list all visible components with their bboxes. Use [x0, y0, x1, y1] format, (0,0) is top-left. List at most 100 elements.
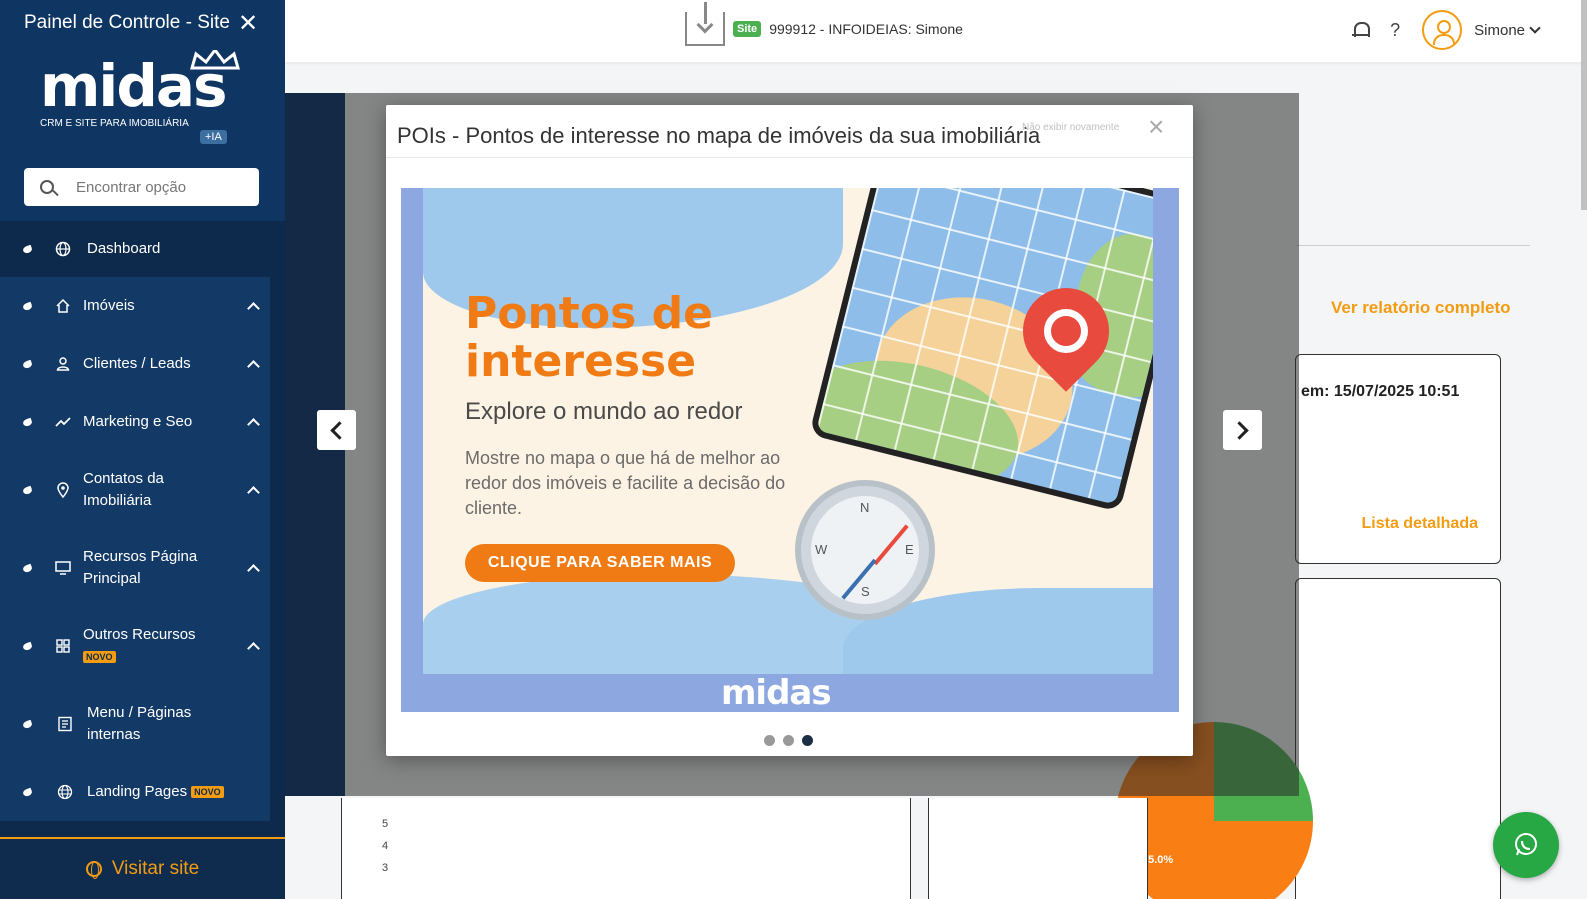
sidebar: Painel de Controle - Site ✕ midas CRM E …: [0, 0, 285, 899]
avatar[interactable]: [1422, 10, 1463, 50]
slide-subtitle: Explore o mundo ao redor: [465, 398, 743, 425]
last-access-timestamp: em: 15/07/2025 10:51: [1301, 383, 1460, 400]
bullet-icon: [22, 563, 33, 573]
user-menu[interactable]: Simone: [1422, 10, 1541, 50]
carousel-slide[interactable]: N S E W Pontos de interesse Explore o mu…: [401, 188, 1179, 712]
sidebar-item-menu-paginas[interactable]: Menu / Páginas internas: [0, 685, 270, 763]
logo-ia-badge: +IA: [200, 130, 227, 144]
grid-icon: [56, 639, 70, 653]
help-icon[interactable]: ?: [1390, 20, 1400, 41]
bullet-icon: [22, 787, 33, 797]
site-badge: Site: [733, 21, 762, 37]
download-icon[interactable]: [685, 2, 725, 46]
search-input[interactable]: [76, 178, 246, 196]
sidebar-item-text: Landing Pages: [87, 782, 188, 800]
sidebar-item-label: Menu / Páginas internas: [87, 704, 192, 743]
chevron-up-icon: [247, 485, 260, 499]
compass-letter: E: [905, 542, 914, 557]
chevron-right-icon: [1230, 420, 1249, 440]
whatsapp-button[interactable]: [1493, 812, 1559, 878]
sidebar-item-landing-pages[interactable]: Landing Pages NOVO: [0, 763, 270, 821]
new-badge: NOVO: [191, 786, 224, 799]
divider: [386, 157, 1193, 158]
report-link[interactable]: Ver relatório completo: [1331, 298, 1511, 318]
bullet-icon: [22, 641, 33, 651]
chevron-up-icon: [247, 563, 260, 577]
visit-site-button[interactable]: Visitar site: [0, 837, 285, 899]
crown-icon: [190, 50, 240, 70]
learn-more-button[interactable]: CLIQUE PARA SABER MAIS: [465, 544, 735, 582]
chevron-up-icon: [247, 641, 260, 655]
compass-letter: W: [815, 542, 828, 557]
chevron-down-icon[interactable]: [1529, 22, 1541, 34]
divider: [1297, 245, 1530, 246]
globe-icon: [55, 241, 71, 257]
user-name[interactable]: Simone: [1474, 22, 1525, 39]
close-icon[interactable]: ×: [1148, 113, 1164, 141]
sidebar-item-label: Contatos da Imobiliária: [83, 470, 164, 509]
sidebar-item-label: Outros Recursos NOVO: [83, 624, 223, 668]
sidebar-item-dashboard[interactable]: Dashboard: [0, 221, 270, 277]
compass-icon: N S E W: [795, 480, 935, 620]
slide-description: Mostre no mapa o que há de melhor ao red…: [465, 448, 786, 518]
account-name: 999912 - INFOIDEIAS: Simone: [769, 21, 963, 37]
monitor-icon: [55, 561, 71, 575]
midas-logo: midas: [721, 673, 832, 712]
chevron-up-icon: [247, 301, 260, 315]
globe-icon: [85, 861, 102, 879]
sidebar-search[interactable]: [24, 168, 259, 206]
detail-list-link[interactable]: Lista detalhada: [1362, 515, 1478, 533]
trend-icon: [55, 417, 71, 427]
sidebar-item-outros-recursos[interactable]: Outros Recursos NOVO: [0, 607, 270, 685]
slide-headline-line: interesse: [465, 336, 697, 387]
axis-tick: 3: [382, 862, 389, 874]
bullet-icon: [22, 417, 33, 427]
promo-banner[interactable]: N S E W Pontos de interesse Explore o mu…: [423, 188, 1153, 674]
whatsapp-icon: [1515, 833, 1537, 856]
home-icon: [56, 298, 70, 313]
slide-headline-line: Pontos de: [465, 288, 713, 339]
pager-dot[interactable]: [783, 735, 794, 746]
account-info: Site 999912 - INFOIDEIAS: Simone: [685, 2, 963, 46]
header-actions: ? Simone: [1352, 10, 1541, 50]
pie-card: [1295, 578, 1501, 899]
bell-icon[interactable]: [1352, 21, 1371, 39]
sidebar-item-label: Dashboard: [87, 240, 161, 257]
top-header: Site 999912 - INFOIDEIAS: Simone ? Simon…: [285, 0, 1587, 62]
bullet-icon: [22, 244, 33, 254]
chart-panel: 5 4 3: [341, 798, 911, 899]
pager-dot-active[interactable]: [802, 735, 813, 746]
compass-letter: S: [861, 584, 870, 599]
sidebar-item-label: Landing Pages NOVO: [87, 781, 224, 803]
bullet-icon: [22, 301, 33, 311]
sidebar-item-label: Marketing e Seo: [83, 413, 193, 430]
sidebar-item-label: Clientes / Leads: [83, 355, 191, 372]
sidebar-item-text: Outros Recursos: [83, 625, 196, 643]
sidebar-item-clientes[interactable]: Clientes / Leads: [0, 335, 270, 393]
pin-icon: [57, 482, 69, 498]
page-scrollbar[interactable]: [1581, 0, 1587, 210]
document-icon: [58, 716, 72, 732]
bullet-icon: [22, 485, 33, 495]
sidebar-item-label: Imóveis: [83, 297, 135, 314]
access-card: em: 15/07/2025 10:51 Lista detalhada: [1295, 354, 1501, 564]
poi-modal: POIs - Pontos de interesse no mapa de im…: [386, 105, 1193, 756]
dont-show-again-link[interactable]: Não exibir novamente: [1022, 122, 1119, 133]
new-badge: NOVO: [83, 651, 116, 664]
bullet-icon: [22, 359, 33, 369]
carousel-next-button[interactable]: [1223, 410, 1262, 450]
sidebar-item-contatos[interactable]: Contatos da Imobiliária: [0, 451, 270, 529]
sidebar-item-label: Recursos Página Principal: [83, 548, 198, 587]
close-icon[interactable]: ✕: [238, 12, 258, 36]
sidebar-header: Painel de Controle - Site ✕ midas CRM E …: [0, 0, 285, 221]
slide-headline: Pontos de interesse: [465, 290, 713, 386]
chevron-left-icon: [330, 420, 349, 440]
carousel-prev-button[interactable]: [317, 410, 356, 450]
user-icon: [56, 357, 70, 371]
sidebar-item-imoveis[interactable]: Imóveis: [0, 277, 270, 335]
chevron-up-icon: [247, 417, 260, 431]
sidebar-item-recursos-pagina[interactable]: Recursos Página Principal: [0, 529, 270, 607]
compass-letter: N: [860, 500, 870, 515]
pager-dot[interactable]: [764, 735, 775, 746]
sidebar-item-marketing[interactable]: Marketing e Seo: [0, 393, 270, 451]
